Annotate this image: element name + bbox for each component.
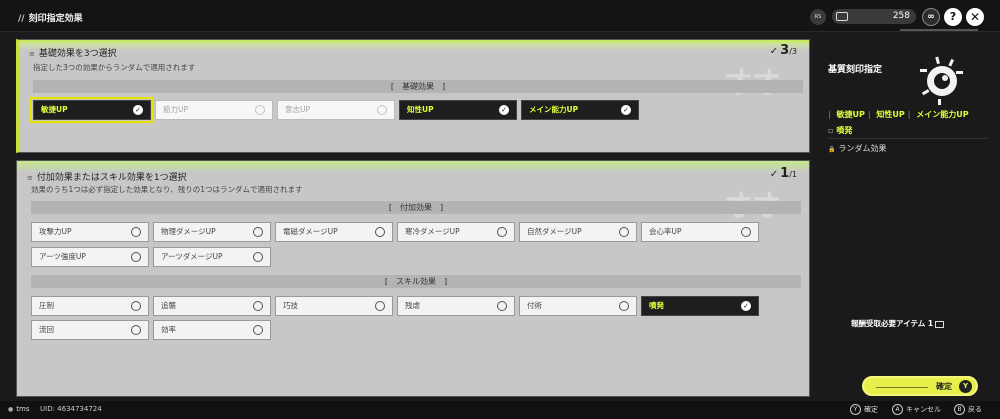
option-basic-2[interactable]: 意志UP [277, 100, 395, 120]
reward-requirement: 報酬受取必要アイテム 1 [851, 318, 945, 329]
bottom-bar: tms UID: 4634734724 Y確定 Aキャンセル B戻る [0, 401, 1000, 419]
y-button-icon: Y [959, 380, 972, 393]
option-basic-1[interactable]: 筋力UP [155, 100, 273, 120]
option-extra-6[interactable]: アーツ強度UP [31, 247, 149, 267]
radio-icon [619, 227, 629, 237]
option-extra-5[interactable]: 会心率UP [641, 222, 759, 242]
y-button-icon: Y [850, 404, 861, 415]
check-icon: ✓ [769, 169, 779, 180]
radio-icon [131, 301, 141, 311]
radio-icon [375, 301, 385, 311]
hint-confirm[interactable]: Y 確定 [850, 404, 878, 415]
skill-section-header: [ スキル効果 ] [31, 275, 801, 288]
option-extra-3[interactable]: 寒冷ダメージUP [397, 222, 515, 242]
option-skill-1[interactable]: 追襲 [153, 296, 271, 316]
user-id: UID: 4634734724 [40, 405, 102, 413]
option-skill-2[interactable]: 巧技 [275, 296, 393, 316]
basic-effects-counter: ✓ 3/3 [769, 43, 797, 58]
help-icon[interactable]: ? [944, 8, 962, 26]
user-name: tms [8, 405, 29, 413]
a-button-icon: A [892, 404, 903, 415]
option-skill-0[interactable]: 圧制 [31, 296, 149, 316]
basic-section-header: [ 基礎効果 ] [33, 80, 803, 93]
random-effect-label: ランダム効果 [828, 143, 886, 154]
summary-panel: 基質刻印指定 | 敏捷UP| 知性UP| メイン能力UP 噴発 ランダム効果 [818, 39, 998, 399]
ticket-icon [836, 12, 848, 21]
option-basic-3[interactable]: 知性UP ✓ [399, 100, 517, 120]
option-skill-4[interactable]: 付術 [519, 296, 637, 316]
radio-icon [619, 301, 629, 311]
radio-icon [131, 252, 141, 262]
currency-display: 258 [832, 9, 916, 24]
option-skill-5[interactable]: 噴発 ✓ [641, 296, 759, 316]
basic-effects-panel: 基礎効果を3つ選択 指定した3つの効果からランダムで適用されます ✓3/3 オオ… [16, 39, 810, 153]
radio-icon [131, 227, 141, 237]
option-extra-7[interactable]: アーツダメージUP [153, 247, 271, 267]
extra-section-header: [ 付加効果 ] [31, 201, 801, 214]
link-icon[interactable]: ∞ [922, 8, 940, 26]
extra-effects-counter: ✓ 1/1 [769, 166, 797, 181]
b-button-icon: B [954, 404, 965, 415]
radio-icon [377, 105, 387, 115]
top-progress-line [900, 29, 978, 31]
hint-back[interactable]: B 戻る [954, 404, 982, 415]
rs-button[interactable]: RS [810, 9, 826, 25]
selected-basic-tags: | 敏捷UP | 知性UP | メイン能力UP [828, 110, 969, 119]
radio-icon [497, 301, 507, 311]
hint-cancel[interactable]: A キャンセル [892, 404, 941, 415]
confirm-button[interactable]: 確定 Y [862, 376, 978, 396]
radio-icon [375, 227, 385, 237]
extra-effects-subtitle: 効果のうち1つは必ず指定した効果となり、残りの1つはランダムで適用されます [31, 185, 303, 194]
ticket-icon [935, 320, 945, 328]
checked-icon: ✓ [133, 105, 143, 115]
radio-icon [253, 227, 263, 237]
option-extra-2[interactable]: 電磁ダメージUP [275, 222, 393, 242]
checked-icon: ✓ [621, 105, 631, 115]
radio-icon [131, 325, 141, 335]
option-extra-1[interactable]: 物理ダメージUP [153, 222, 271, 242]
essence-emblem-icon [920, 56, 963, 105]
option-skill-6[interactable]: 流回 [31, 320, 149, 340]
close-icon[interactable]: ✕ [966, 8, 984, 26]
radio-icon [497, 227, 507, 237]
radio-icon [255, 105, 265, 115]
extra-effects-title: 付加効果またはスキル効果を1つ選択 [27, 170, 187, 183]
selected-skill-tag: 噴発 [828, 125, 852, 136]
option-skill-7[interactable]: 効率 [153, 320, 271, 340]
basic-effects-subtitle: 指定した3つの効果からランダムで適用されます [33, 63, 196, 72]
basic-effects-title: 基礎効果を3つ選択 [29, 46, 117, 59]
option-skill-3[interactable]: 残虐 [397, 296, 515, 316]
option-extra-0[interactable]: 攻撃力UP [31, 222, 149, 242]
check-icon: ✓ [769, 46, 779, 57]
top-bar: //刻印指定効果 RS 258 ∞ ? ✕ [0, 0, 1000, 32]
option-basic-0[interactable]: 敏捷UP ✓ [30, 97, 154, 123]
option-basic-4[interactable]: メイン能力UP ✓ [521, 100, 639, 120]
currency-value: 258 [892, 11, 910, 21]
radio-icon [253, 325, 263, 335]
option-extra-4[interactable]: 自然ダメージUP [519, 222, 637, 242]
radio-icon [741, 227, 751, 237]
extra-effects-panel: 付加効果またはスキル効果を1つ選択 効果のうち1つは必ず指定した効果となり、残り… [16, 160, 810, 397]
radio-icon [253, 301, 263, 311]
radio-icon [253, 252, 263, 262]
page-title: //刻印指定効果 [18, 14, 83, 24]
summary-title: 基質刻印指定 [828, 65, 883, 75]
checked-icon: ✓ [499, 105, 509, 115]
checked-icon: ✓ [741, 301, 751, 311]
